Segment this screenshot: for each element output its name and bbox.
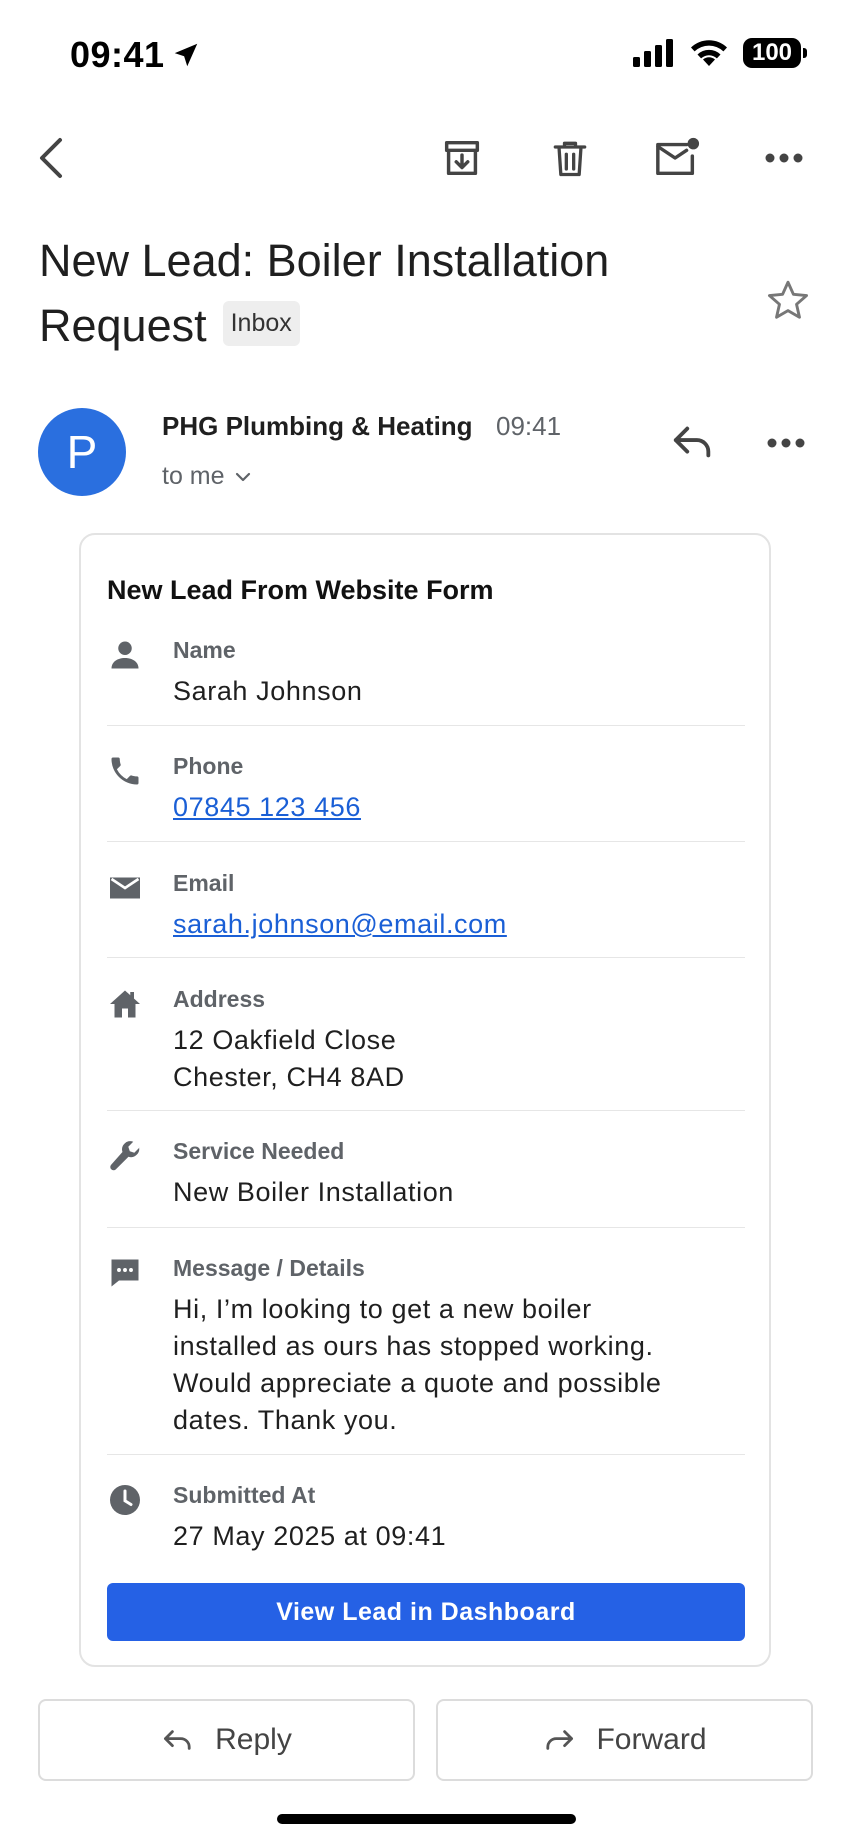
reply-button-label: Reply: [215, 1723, 292, 1756]
field-email: Email sarah.johnson@email.com: [107, 870, 745, 950]
recipient-text: to me: [162, 462, 225, 490]
more-icon: [767, 438, 805, 448]
forward-button-label: Forward: [596, 1723, 707, 1756]
mark-unread-icon: [656, 137, 700, 176]
reply-icon-button[interactable]: [670, 422, 726, 470]
sender-name: PHG Plumbing & Heating: [162, 411, 473, 441]
field-submitted: Submitted At 27 May 2025 at 09:41: [107, 1482, 745, 1562]
reply-button[interactable]: Reply: [38, 1699, 415, 1781]
phone-link[interactable]: 07845 123 456: [173, 789, 733, 826]
address-line-1: 12 Oakfield Close: [173, 1025, 397, 1055]
field-name: Name Sarah Johnson: [107, 637, 745, 717]
home-icon: [110, 990, 140, 1018]
field-value: 27 May 2025 at 09:41: [173, 1521, 447, 1551]
field-value: New Boiler Installation: [173, 1177, 454, 1207]
battery-indicator: 100: [743, 38, 807, 68]
email-time: 09:41: [496, 411, 562, 441]
subject-line-2-text: Request: [39, 300, 207, 351]
field-phone: Phone 07845 123 456: [107, 753, 745, 833]
subject-line-1: New Lead: Boiler Installation: [39, 235, 610, 286]
forward-button[interactable]: Forward: [436, 1699, 813, 1781]
lead-card: New Lead From Website Form Name Sarah Jo…: [79, 533, 771, 1667]
home-indicator[interactable]: [277, 1814, 576, 1824]
back-icon: [40, 138, 62, 178]
message-icon: [111, 1259, 139, 1287]
message-line: Would appreciate a quote and possible: [173, 1368, 662, 1398]
view-lead-dashboard-button[interactable]: View Lead in Dashboard: [107, 1583, 745, 1641]
reply-icon: [673, 426, 711, 458]
wrench-icon: [110, 1141, 140, 1171]
clock-icon: [110, 1485, 140, 1515]
more-icon: [765, 153, 803, 163]
subject-line-2: Request Inbox: [39, 293, 679, 358]
field-label: Submitted At: [173, 1482, 316, 1508]
archive-button[interactable]: [430, 126, 494, 190]
forward-icon: [546, 1730, 574, 1750]
message-line: Hi, I’m looking to get a new boiler: [173, 1294, 592, 1324]
field-label: Phone: [173, 753, 244, 779]
status-time: 09:41: [70, 34, 201, 76]
address-line-2: Chester, CH4 8AD: [173, 1062, 405, 1092]
email-subject: New Lead: Boiler Installation Request Inb…: [39, 228, 679, 358]
recipient-details-toggle[interactable]: to me: [162, 462, 251, 491]
field-label: Message / Details: [173, 1255, 365, 1281]
field-value: 12 Oakfield Close Chester, CH4 8AD: [173, 1022, 733, 1096]
field-label: Service Needed: [173, 1138, 345, 1164]
location-arrow-icon: [174, 43, 197, 67]
inbox-label-chip[interactable]: Inbox: [222, 300, 300, 346]
field-value: Sarah Johnson: [173, 676, 363, 706]
divider: [107, 1110, 745, 1111]
divider: [107, 1454, 745, 1455]
field-label: Address: [173, 986, 266, 1012]
more-options-button[interactable]: [752, 126, 816, 190]
wifi-icon: [691, 40, 727, 66]
message-line: installed as ours has stopped working.: [173, 1331, 654, 1361]
field-address: Address 12 Oakfield Close Chester, CH4 8…: [107, 986, 745, 1106]
star-button[interactable]: [763, 276, 813, 326]
field-message: Message / Details Hi, I’m looking to get…: [107, 1255, 745, 1445]
mark-unread-button[interactable]: [645, 126, 709, 190]
card-title: New Lead From Website Form: [107, 575, 494, 605]
email-icon: [110, 877, 140, 899]
divider: [107, 1227, 745, 1228]
email-link[interactable]: sarah.johnson@email.com: [173, 906, 733, 943]
message-more-button[interactable]: [766, 436, 810, 452]
signal-icon: [633, 39, 673, 67]
divider: [107, 841, 745, 842]
field-label: Email: [173, 870, 235, 896]
trash-icon: [553, 141, 587, 177]
star-icon: [768, 280, 808, 319]
back-button[interactable]: [20, 126, 84, 190]
reply-icon: [164, 1730, 191, 1750]
status-icons: 100: [633, 38, 807, 68]
divider: [107, 725, 745, 726]
field-service: Service Needed New Boiler Installation: [107, 1138, 745, 1218]
person-icon: [111, 641, 139, 669]
field-label: Name: [173, 637, 236, 663]
sender-avatar[interactable]: P: [38, 408, 126, 496]
delete-button[interactable]: [538, 126, 602, 190]
archive-icon: [444, 140, 480, 176]
message-line: dates. Thank you.: [173, 1405, 398, 1435]
divider: [107, 957, 745, 958]
chevron-down-icon: [235, 472, 250, 481]
phone-icon: [111, 757, 139, 785]
message-text: Hi, I’m looking to get a new boiler inst…: [173, 1291, 733, 1439]
